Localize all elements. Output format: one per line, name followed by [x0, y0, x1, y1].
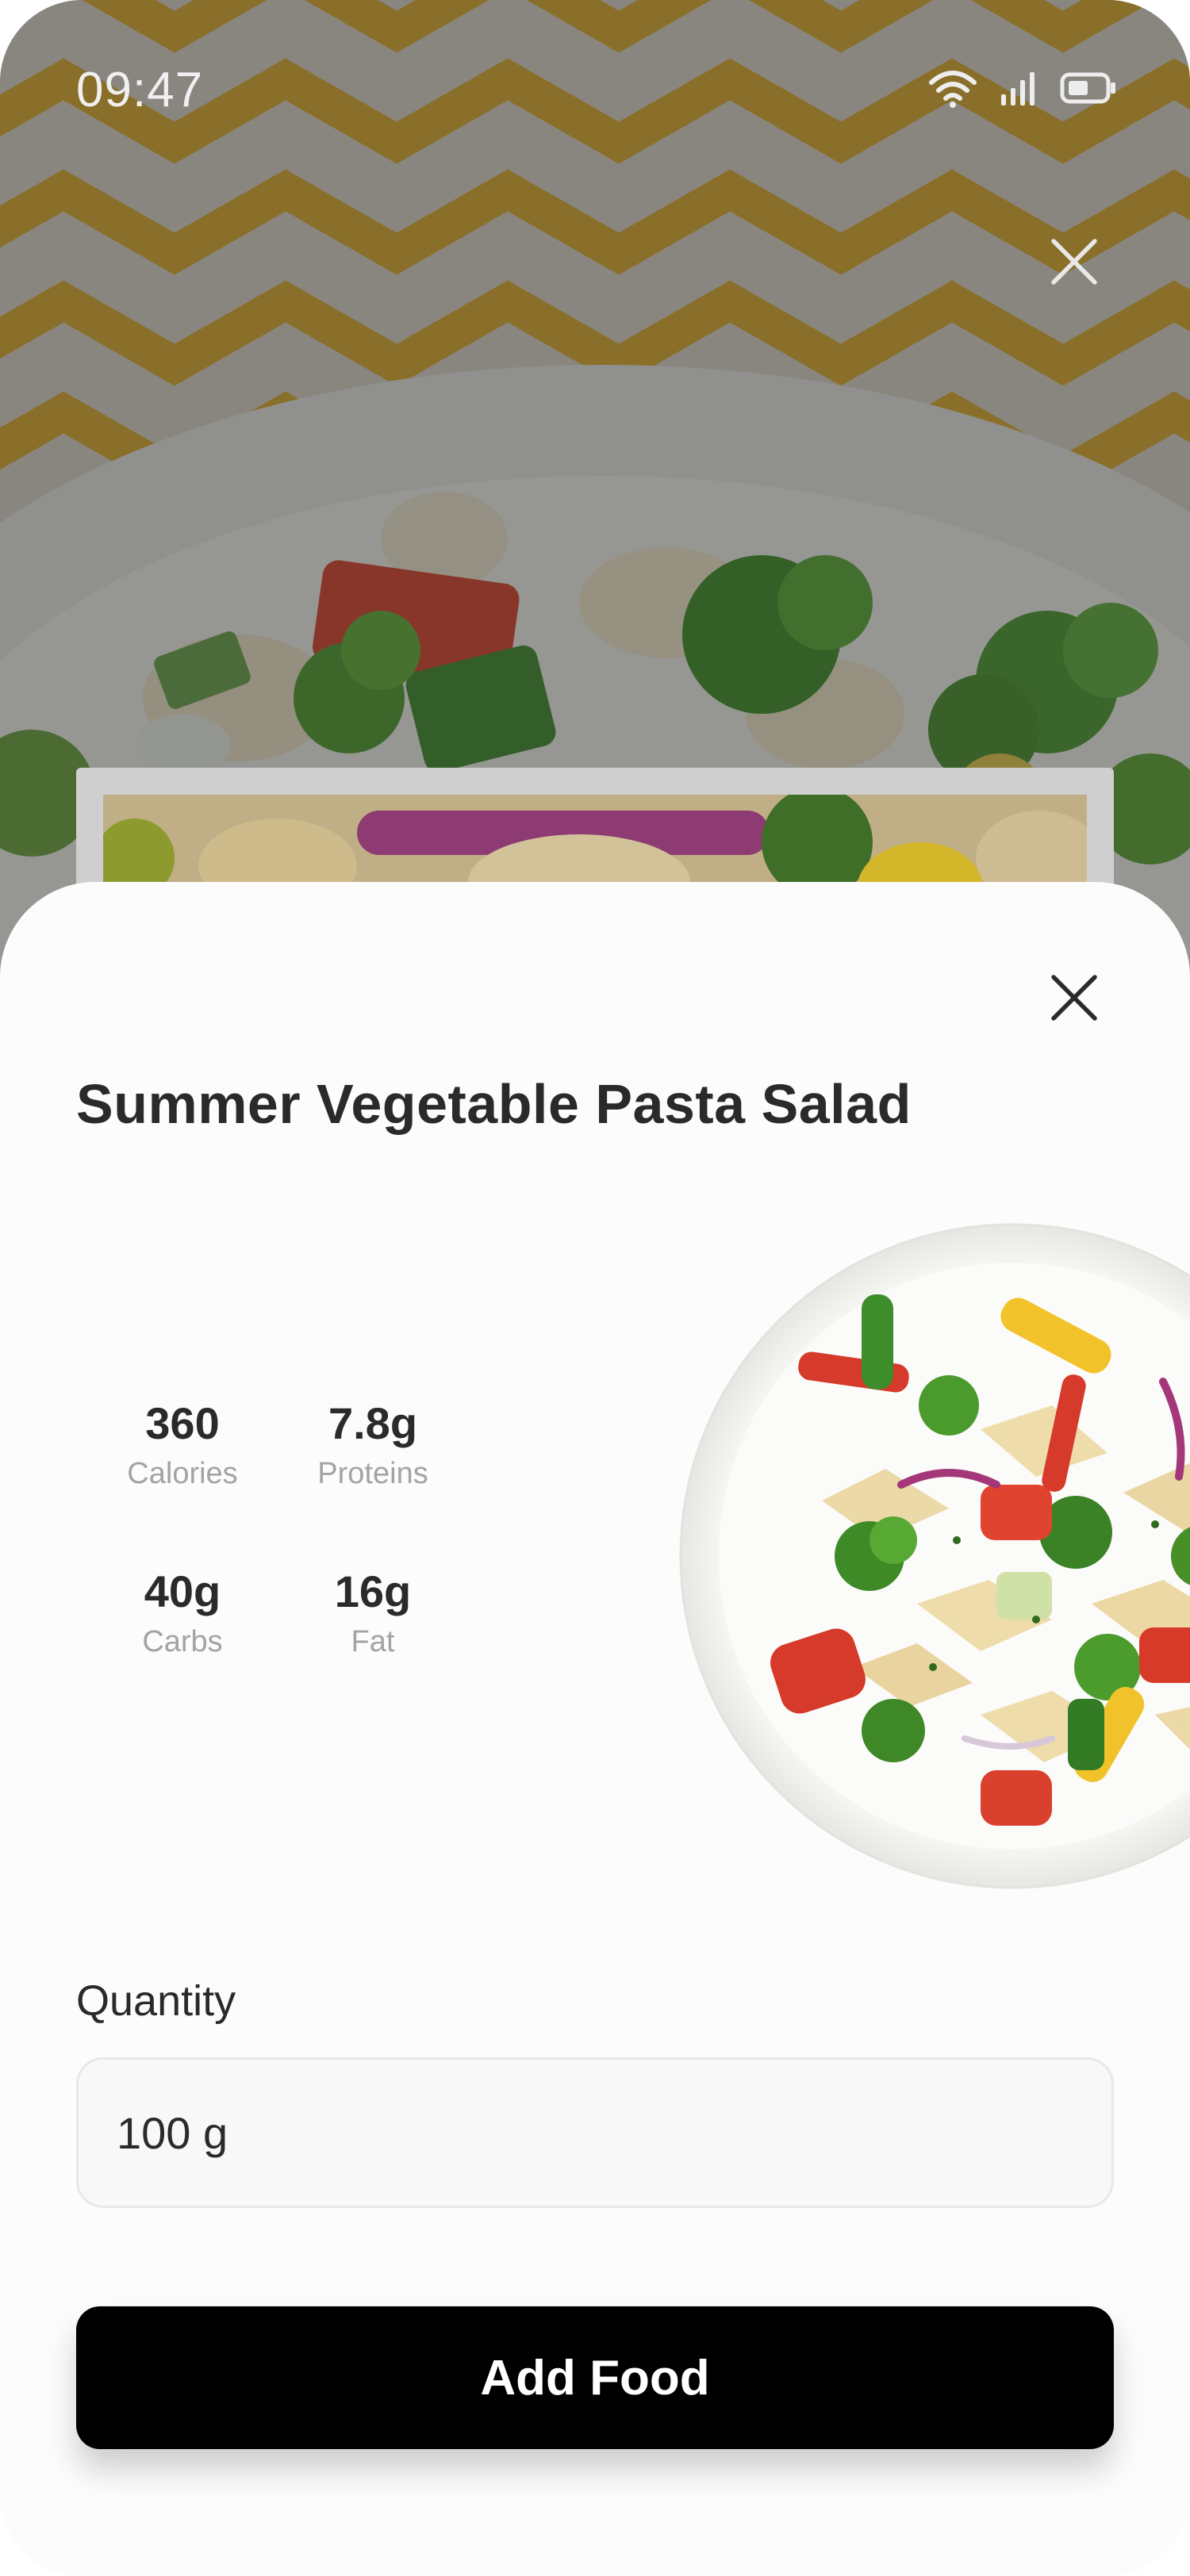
food-image: [679, 1223, 1190, 1889]
nutrition-carbs: 40g Carbs: [95, 1566, 270, 1659]
status-bar: 09:47: [0, 0, 1190, 159]
food-detail-screen: 09:47 Summer Vegetable Pasta Salad 360 C…: [0, 0, 1190, 2576]
status-time: 09:47: [76, 63, 204, 117]
nutrition-proteins: 7.8g Proteins: [286, 1397, 460, 1491]
status-icons: [928, 68, 1117, 108]
fat-value: 16g: [334, 1566, 412, 1616]
nutrition-summary: 360 Calories 7.8g Proteins 40g Carbs 16g…: [95, 1397, 476, 1746]
carbs-value: 40g: [144, 1566, 221, 1616]
nutrition-fat: 16g Fat: [286, 1566, 460, 1659]
close-button-top[interactable]: [1046, 233, 1103, 290]
close-button[interactable]: [1046, 969, 1103, 1026]
proteins-value: 7.8g: [328, 1398, 418, 1448]
add-food-button[interactable]: Add Food: [76, 2306, 1114, 2449]
proteins-label: Proteins: [317, 1457, 428, 1490]
cellular-signal-icon: [1001, 72, 1035, 105]
wifi-icon: [929, 71, 977, 108]
fat-label: Fat: [351, 1625, 395, 1658]
close-icon: [1051, 975, 1097, 1021]
quantity-label: Quantity: [76, 1977, 236, 2025]
carbs-label: Carbs: [142, 1625, 223, 1658]
nutrition-calories: 360 Calories: [95, 1397, 270, 1491]
quantity-input[interactable]: [76, 2057, 1114, 2208]
food-detail-sheet: Summer Vegetable Pasta Salad 360 Calorie…: [0, 882, 1190, 2576]
calories-value: 360: [145, 1398, 220, 1448]
food-title: Summer Vegetable Pasta Salad: [76, 1073, 912, 1135]
close-icon: [1051, 239, 1097, 285]
battery-icon: [1060, 72, 1115, 104]
calories-label: Calories: [127, 1457, 238, 1490]
